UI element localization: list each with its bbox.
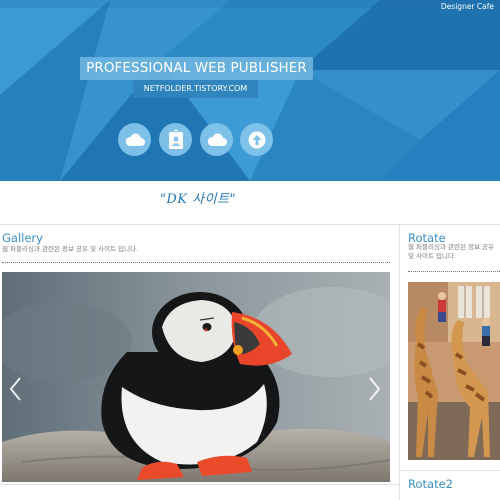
gallery-next-button[interactable]	[368, 376, 382, 402]
brand-label[interactable]: Designer Cafe	[441, 2, 494, 11]
rotate-dotted-divider	[408, 271, 500, 272]
id-badge-button[interactable]	[159, 123, 192, 156]
chevron-right-icon	[369, 377, 381, 401]
id-badge-icon	[168, 129, 183, 149]
cloud-icon	[125, 133, 145, 146]
gallery-bottom-divider	[0, 484, 400, 485]
site-title: PROFESSIONAL WEB PUBLISHER	[80, 57, 313, 80]
gallery-title[interactable]: Gallery	[2, 231, 43, 245]
cloud-button-2[interactable]	[200, 123, 233, 156]
upload-button[interactable]	[240, 123, 273, 156]
gallery-description: 웹 퍼블리싱과 관련된 정보 공유 및 사이트 입니다.	[2, 245, 139, 253]
tagline: "DK 사이트"	[159, 192, 237, 207]
rotate-slide-image[interactable]	[408, 282, 500, 460]
rotate2-divider	[400, 470, 500, 471]
site-url[interactable]: NETFOLDER.TISTORY.COM	[133, 80, 258, 98]
rotate2-title[interactable]: Rotate2	[408, 477, 453, 491]
puffin-photo	[2, 272, 390, 482]
gallery-slide-image[interactable]	[2, 272, 390, 482]
cloud-button[interactable]	[118, 123, 151, 156]
gallery-prev-button[interactable]	[8, 376, 22, 402]
rotate-description: 웹 퍼블리싱과 관련된 정보 공유 및 사이트 입니다.	[408, 243, 495, 260]
chevron-left-icon	[9, 377, 21, 401]
section-divider	[0, 224, 500, 225]
column-divider	[399, 225, 400, 500]
cloud-icon	[207, 133, 227, 146]
gallery-dotted-divider	[2, 262, 390, 263]
giraffe-photo	[408, 282, 500, 460]
header-banner: Designer Cafe PROFESSIONAL WEB PUBLISHER…	[0, 0, 500, 181]
upload-arrow-icon	[248, 131, 265, 148]
